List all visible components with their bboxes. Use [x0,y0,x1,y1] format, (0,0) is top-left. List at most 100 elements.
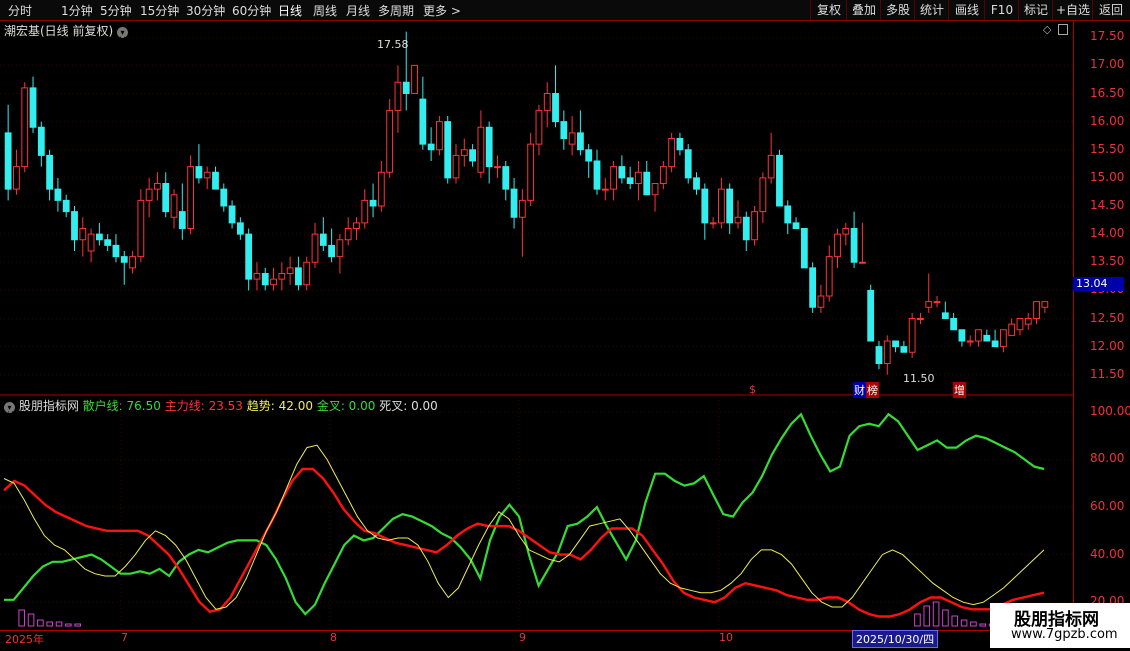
candle-body[interactable] [261,273,269,286]
candle-body[interactable] [734,216,742,224]
candle-body[interactable] [460,149,468,156]
tab-30min[interactable]: 30分钟 [186,2,225,19]
candle-body[interactable] [966,340,974,343]
candle-body[interactable] [585,149,593,162]
candle-body[interactable] [867,289,875,342]
candle-body[interactable] [54,188,62,201]
candle-body[interactable] [900,346,908,353]
candle-body[interactable] [941,312,949,319]
candle-body[interactable] [444,121,452,179]
candle-body[interactable] [278,273,286,280]
candle-body[interactable] [154,183,161,190]
candle-body[interactable] [535,109,543,145]
candle-body[interactable] [784,205,792,224]
candle-body[interactable] [13,166,20,190]
candle-body[interactable] [875,346,883,364]
tab-1min[interactable]: 1分钟 [61,2,93,19]
candle-body[interactable] [701,188,709,224]
candle-body[interactable] [999,329,1007,348]
candle-body[interactable] [170,194,178,218]
tab-monthly[interactable]: 月线 [346,2,370,19]
candle-body[interactable] [71,211,78,241]
candle-body[interactable] [270,278,277,286]
candle-body[interactable] [659,166,667,184]
candle-body[interactable] [104,239,112,246]
candle-body[interactable] [850,228,858,263]
tab-more[interactable]: 更多 > [423,2,461,19]
candle-body[interactable] [336,239,344,258]
candle-body[interactable] [427,143,435,151]
candle-body[interactable] [593,160,601,190]
event-mark-dollar[interactable]: $ [749,383,756,396]
candle-body[interactable] [568,132,576,145]
tab-fenshi[interactable]: 分时 [8,2,32,19]
candle-body[interactable] [925,301,933,308]
add-watchlist-button[interactable]: +自选 [1052,0,1093,20]
candle-body[interactable] [676,138,684,151]
candle-body[interactable] [776,154,783,207]
draw-line-button[interactable]: 画线 [948,0,985,20]
tab-weekly[interactable]: 周线 [313,2,337,19]
candle-body[interactable] [245,233,253,280]
candle-body[interactable] [212,171,219,190]
event-mark-finance[interactable]: 财 [853,382,866,398]
candle-body[interactable] [842,228,850,235]
candle-body[interactable] [1008,323,1016,336]
candle-body[interactable] [510,188,518,218]
candle-body[interactable] [809,267,817,308]
candle-body[interactable] [21,87,29,168]
f10-button[interactable]: F10 [984,0,1019,20]
candle-body[interactable] [328,244,336,258]
candle-body[interactable] [195,166,203,179]
candle-body[interactable] [286,267,294,274]
candle-body[interactable] [917,318,924,320]
tab-15min[interactable]: 15分钟 [140,2,179,19]
candle-body[interactable] [767,154,775,179]
candle-body[interactable] [742,216,750,241]
tab-daily[interactable]: 日线 [278,2,302,19]
chart-area[interactable] [0,20,1073,630]
tab-60min[interactable]: 60分钟 [232,2,271,19]
candle-body[interactable] [684,149,692,179]
candle-body[interactable] [908,318,916,353]
mark-button[interactable]: 标记 [1018,0,1053,20]
candle-body[interactable] [527,143,535,201]
candle-body[interactable] [112,244,120,258]
candle-body[interactable] [1041,301,1049,308]
candle-body[interactable] [311,233,319,263]
candle-body[interactable] [228,205,236,224]
candle-body[interactable] [295,267,302,286]
candle-body[interactable] [1016,318,1024,331]
candle-body[interactable] [834,233,841,258]
overlay-button[interactable]: 叠加 [846,0,881,20]
candle-body[interactable] [726,188,734,224]
candle-body[interactable] [319,233,327,246]
candle-body[interactable] [236,222,244,235]
multi-stock-button[interactable]: 多股 [880,0,915,20]
candle-body[interactable] [933,301,941,304]
tab-5min[interactable]: 5分钟 [100,2,132,19]
candle-body[interactable] [402,81,410,94]
candle-body[interactable] [759,177,767,213]
candle-body[interactable] [958,329,966,342]
candle-body[interactable] [825,256,833,297]
candle-body[interactable] [469,149,476,162]
candle-body[interactable] [983,334,991,342]
candle-body[interactable] [668,138,676,168]
candle-body[interactable] [693,177,700,190]
candle-body[interactable] [87,233,95,252]
event-mark-list[interactable]: 榜 [866,382,879,398]
candle-body[interactable] [46,154,54,190]
candle-body[interactable] [62,199,70,213]
candle-body[interactable] [419,98,427,145]
candle-body[interactable] [792,222,800,229]
candle-body[interactable] [610,166,617,190]
candle-body[interactable] [377,171,385,207]
candle-body[interactable] [518,199,526,218]
candle-body[interactable] [29,87,37,128]
candle-body[interactable] [369,199,377,207]
event-mark-increase[interactable]: 增 [953,382,966,398]
candle-body[interactable] [717,188,725,224]
candle-body[interactable] [187,166,195,229]
candle-body[interactable] [883,340,891,364]
